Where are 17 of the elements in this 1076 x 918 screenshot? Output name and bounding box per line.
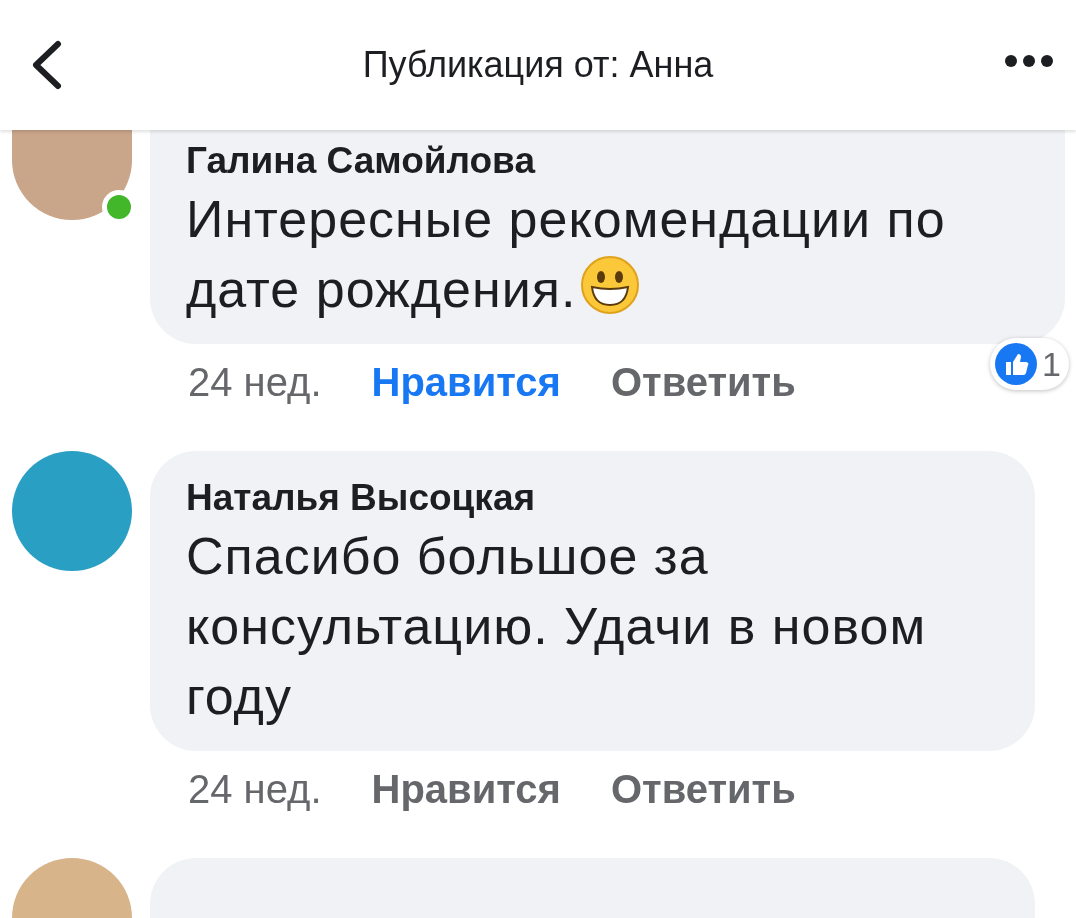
reply-link[interactable]: Ответить [610,767,796,812]
comment-text: Спасибо большое за консультацию. Удачи в новом году [186,526,928,727]
back-icon[interactable] [30,40,64,90]
reply-link[interactable]: Ответить [610,360,796,405]
grinning-emoji-icon [580,255,641,315]
avatar[interactable] [12,130,132,220]
comment-text: Интересные рекомендации по дате рождения. [186,189,947,320]
reaction-count[interactable]: 1 [990,338,1069,390]
like-icon [994,342,1039,386]
more-icon[interactable] [1004,54,1054,68]
commenter-name[interactable]: Галина Самойлова [186,138,1045,184]
commenter-name[interactable]: Наталья Высоцкая [186,475,1015,521]
page-title: Публикация от: Анна [362,44,714,86]
comment-time: 24 нед. [188,360,322,405]
like-link[interactable]: Нравится [371,360,561,405]
comment-time: 24 нед. [188,767,322,812]
like-link[interactable]: Нравится [371,767,561,812]
